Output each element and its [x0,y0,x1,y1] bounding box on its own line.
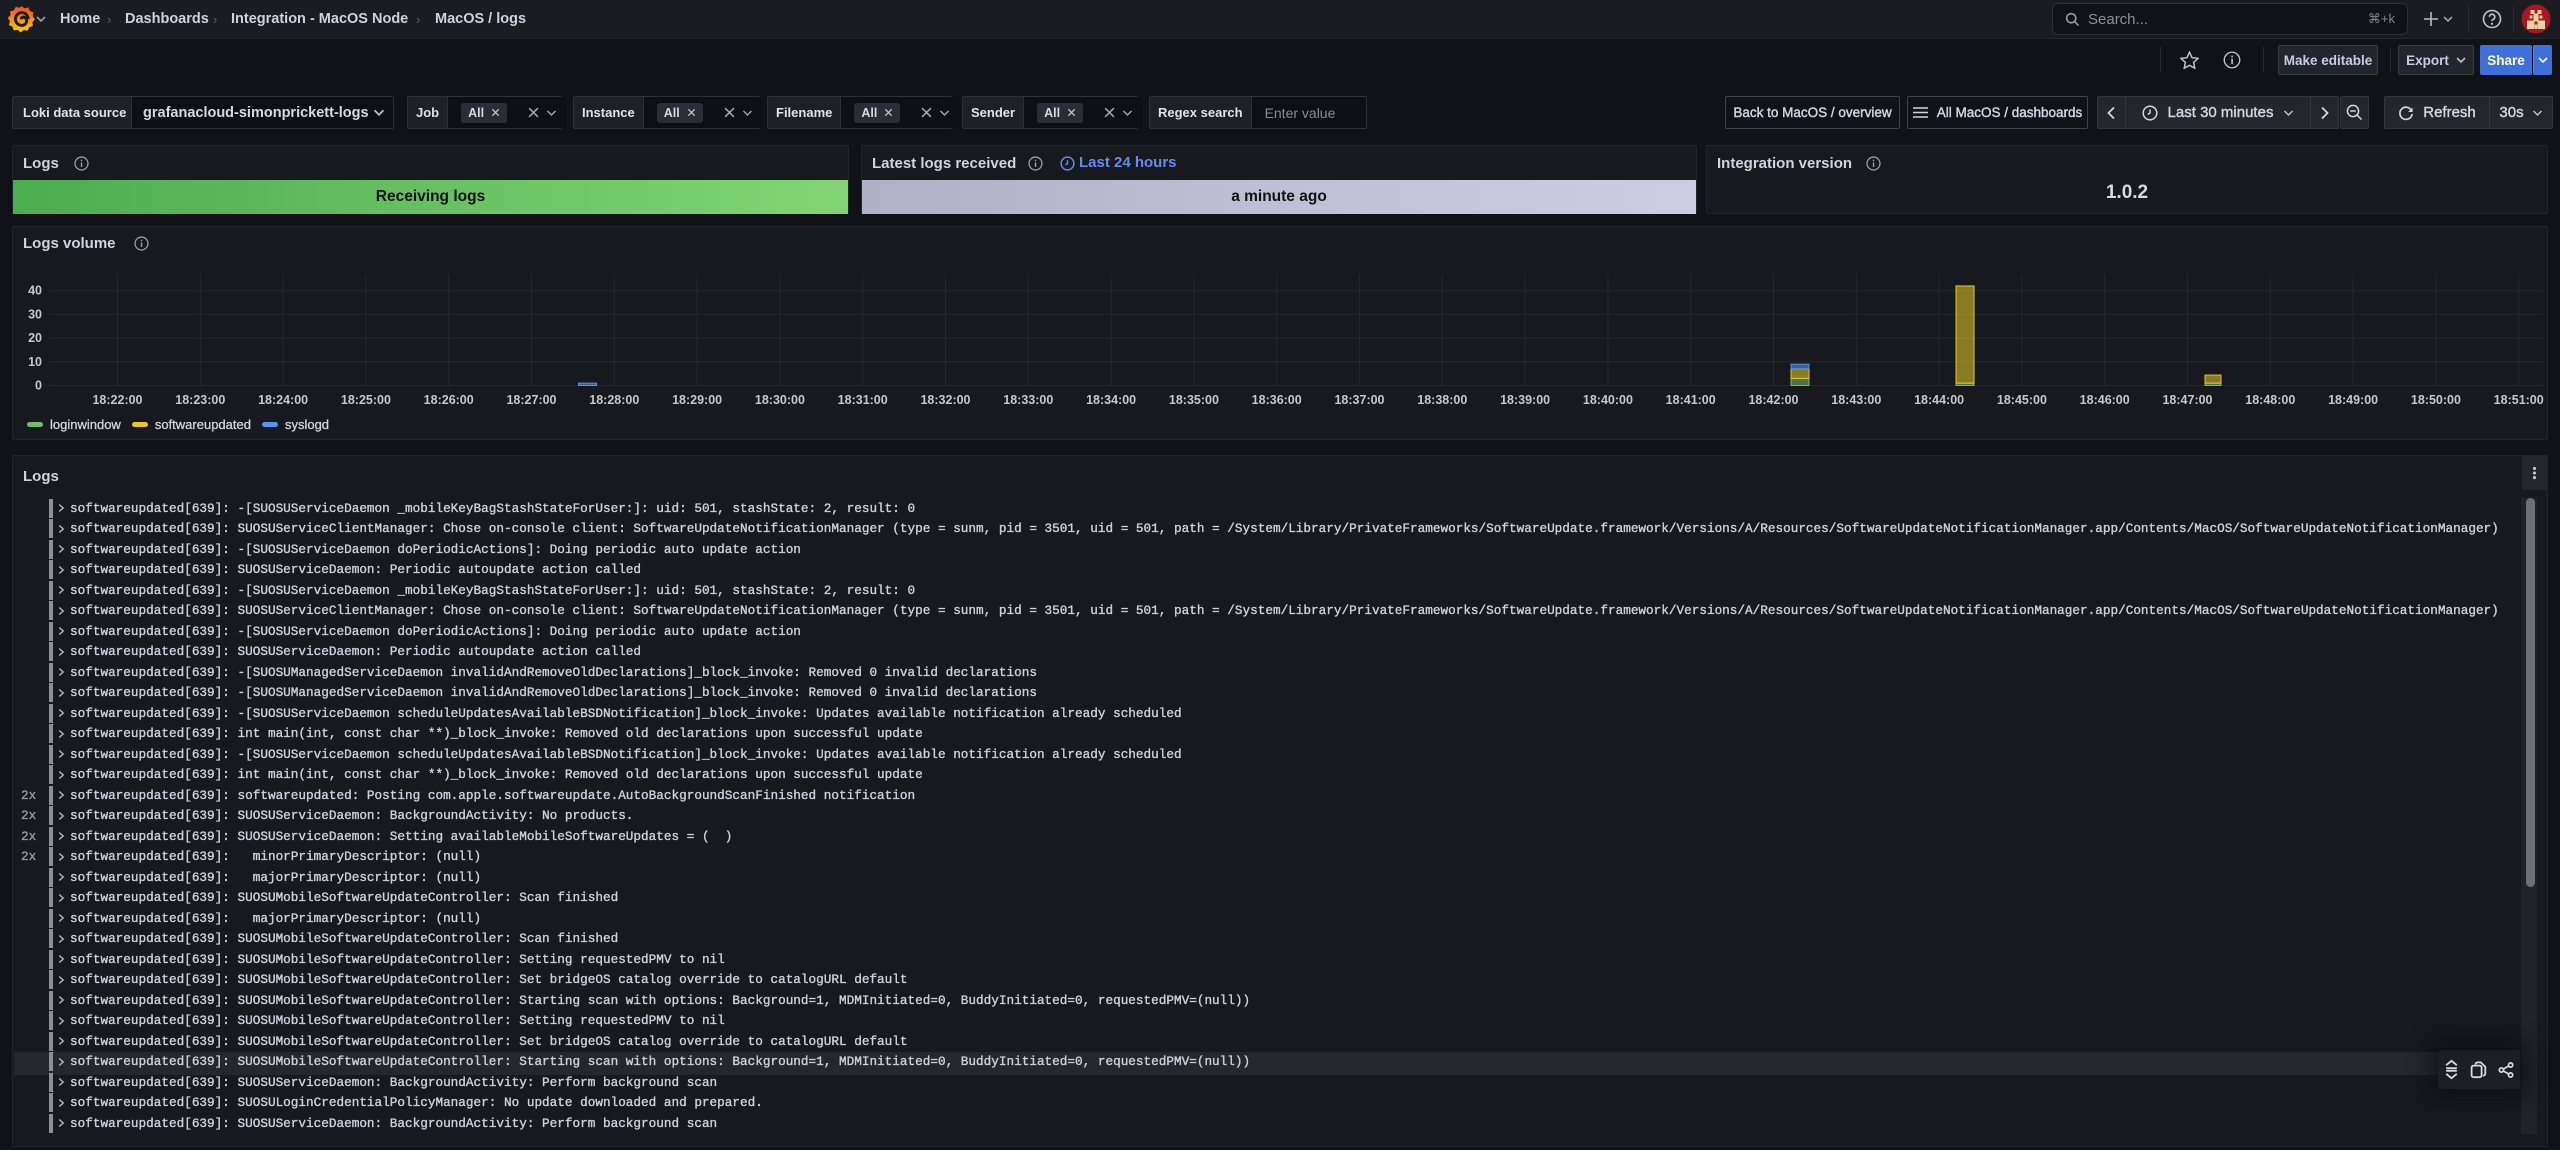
svg-text:18:22:00: 18:22:00 [92,393,142,407]
svg-text:40: 40 [28,284,42,298]
svg-text:18:34:00: 18:34:00 [1086,393,1136,407]
svg-text:18:23:00: 18:23:00 [175,393,225,407]
svg-text:18:35:00: 18:35:00 [1169,393,1219,407]
svg-text:18:24:00: 18:24:00 [258,393,308,407]
svg-text:18:29:00: 18:29:00 [672,393,722,407]
svg-text:18:41:00: 18:41:00 [1666,393,1716,407]
svg-text:18:49:00: 18:49:00 [2328,393,2378,407]
svg-text:18:30:00: 18:30:00 [755,393,805,407]
svg-text:18:47:00: 18:47:00 [2162,393,2212,407]
svg-text:18:46:00: 18:46:00 [2080,393,2130,407]
svg-text:18:25:00: 18:25:00 [341,393,391,407]
svg-text:18:51:00: 18:51:00 [2494,393,2544,407]
svg-text:18:33:00: 18:33:00 [1003,393,1053,407]
svg-text:18:42:00: 18:42:00 [1748,393,1798,407]
svg-text:18:44:00: 18:44:00 [1914,393,1964,407]
svg-text:18:32:00: 18:32:00 [920,393,970,407]
svg-text:18:37:00: 18:37:00 [1334,393,1384,407]
svg-text:18:48:00: 18:48:00 [2245,393,2295,407]
svg-text:20: 20 [28,331,42,345]
svg-text:30: 30 [28,307,42,321]
svg-text:18:36:00: 18:36:00 [1252,393,1302,407]
svg-text:18:27:00: 18:27:00 [506,393,556,407]
svg-text:18:31:00: 18:31:00 [838,393,888,407]
svg-text:18:38:00: 18:38:00 [1417,393,1467,407]
svg-text:0: 0 [35,379,42,393]
svg-text:18:39:00: 18:39:00 [1500,393,1550,407]
svg-text:18:50:00: 18:50:00 [2411,393,2461,407]
svg-text:18:40:00: 18:40:00 [1583,393,1633,407]
svg-text:18:45:00: 18:45:00 [1997,393,2047,407]
svg-text:18:28:00: 18:28:00 [589,393,639,407]
svg-text:18:43:00: 18:43:00 [1831,393,1881,407]
svg-text:18:26:00: 18:26:00 [424,393,474,407]
svg-text:10: 10 [28,355,42,369]
